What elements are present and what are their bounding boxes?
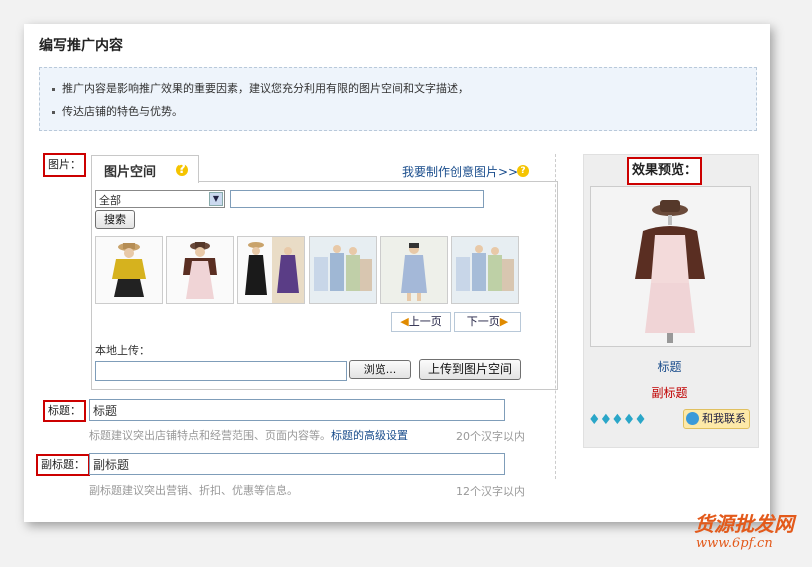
contact-me-button[interactable]: 和我联系 [683,409,750,429]
brown-cardigan-dress-image [183,242,217,299]
preview-heading: 效果预览： [627,157,703,185]
help-icon[interactable]: ? [176,163,188,176]
next-page-button[interactable]: 下一页▶ [454,312,521,332]
subtitle-input[interactable]: 副标题 [89,453,505,475]
contact-me-label: 和我联系 [702,412,746,425]
category-select[interactable]: 全部 ▼ [95,190,225,208]
title-advanced-settings-link[interactable]: 标题的高级设置 [331,429,408,442]
preview-image [590,186,751,347]
prev-page-label: 上一页 [408,315,442,328]
chevron-left-icon: ◀ [400,315,409,328]
chat-icon [686,412,699,425]
upload-to-image-space-button[interactable]: 上传到图片空间 [419,359,521,380]
divider [555,154,556,479]
create-creative-image-link[interactable]: 我要制作创意图片>> [402,163,518,180]
diamond-icon: ♦ [599,412,613,428]
diamond-icon: ♦ [634,412,647,428]
subtitle-hint: 副标题建议突出营销、折扣、优惠等信息。 [89,484,298,497]
image-thumbnail[interactable] [95,236,163,304]
diamond-icon: ♦ [611,412,624,428]
prev-page-button[interactable]: ◀上一页 [391,312,451,332]
tab-image-space-label: 图片空间 [104,165,157,180]
image-thumbnail[interactable] [309,236,377,304]
brown-cardigan-dress-preview-image [591,187,750,346]
title-label: 标题： [43,400,86,422]
tab-image-space[interactable]: 图片空间 ? [91,155,199,183]
subtitle-char-limit: 12个汉字以内 [456,485,525,498]
diamond-rating: ♦♦♦♦♦ [588,412,647,428]
category-select-value: 全部 [99,194,121,207]
title-hint: 标题建议突出店铺特点和经营范围、页面内容等。标题的高级设置 [89,427,408,443]
search-button[interactable]: 搜索 [95,210,135,229]
diamond-icon: ♦ [622,412,636,428]
preview-subtitle: 副标题 [651,386,688,400]
image-search-input[interactable] [230,190,484,208]
diamond-icon: ♦ [588,412,601,428]
preview-title: 标题 [657,360,682,374]
chevron-down-icon[interactable]: ▼ [209,192,223,206]
title-char-limit: 20个汉字以内 [456,430,525,443]
image-label: 图片： [43,153,86,177]
floral-dress-group-2-image [452,237,518,303]
local-upload-label: 本地上传： [95,344,150,357]
help-icon[interactable]: ? [517,165,529,177]
image-thumbnail[interactable] [451,236,519,304]
image-thumbnail[interactable] [237,236,305,304]
image-thumbnail[interactable] [166,236,234,304]
floral-dress-model-image [381,237,447,303]
title-hint-text: 标题建议突出店铺特点和经营范围、页面内容等。 [89,429,331,442]
yellow-top-outfit-image [112,243,146,297]
image-thumbnail[interactable] [380,236,448,304]
notice-line-1: 推广内容是影响推广效果的重要因素，建议您充分利用有限的图片空间和文字描述， [52,80,469,96]
floral-dress-group-image [310,237,376,303]
chevron-right-icon: ▶ [499,315,509,328]
browse-button[interactable]: 浏览... [349,360,411,379]
local-file-input[interactable] [95,361,347,381]
watermark-brand: 货源批发网 [694,512,794,536]
watermark-url: www.6pf.cn [696,536,773,551]
title-input[interactable]: 标题 [89,399,505,421]
notice-box: 推广内容是影响推广效果的重要因素，建议您充分利用有限的图片空间和文字描述， 传达… [39,67,757,131]
black-and-purple-dresses-image [245,237,304,303]
subtitle-label: 副标题： [36,454,90,476]
notice-line-2: 传达店铺的特色与优势。 [52,103,183,119]
next-page-label: 下一页 [466,315,500,328]
page-title: 编写推广内容 [39,38,123,54]
promotion-content-panel: 编写推广内容 推广内容是影响推广效果的重要因素，建议您充分利用有限的图片空间和文… [24,24,770,522]
